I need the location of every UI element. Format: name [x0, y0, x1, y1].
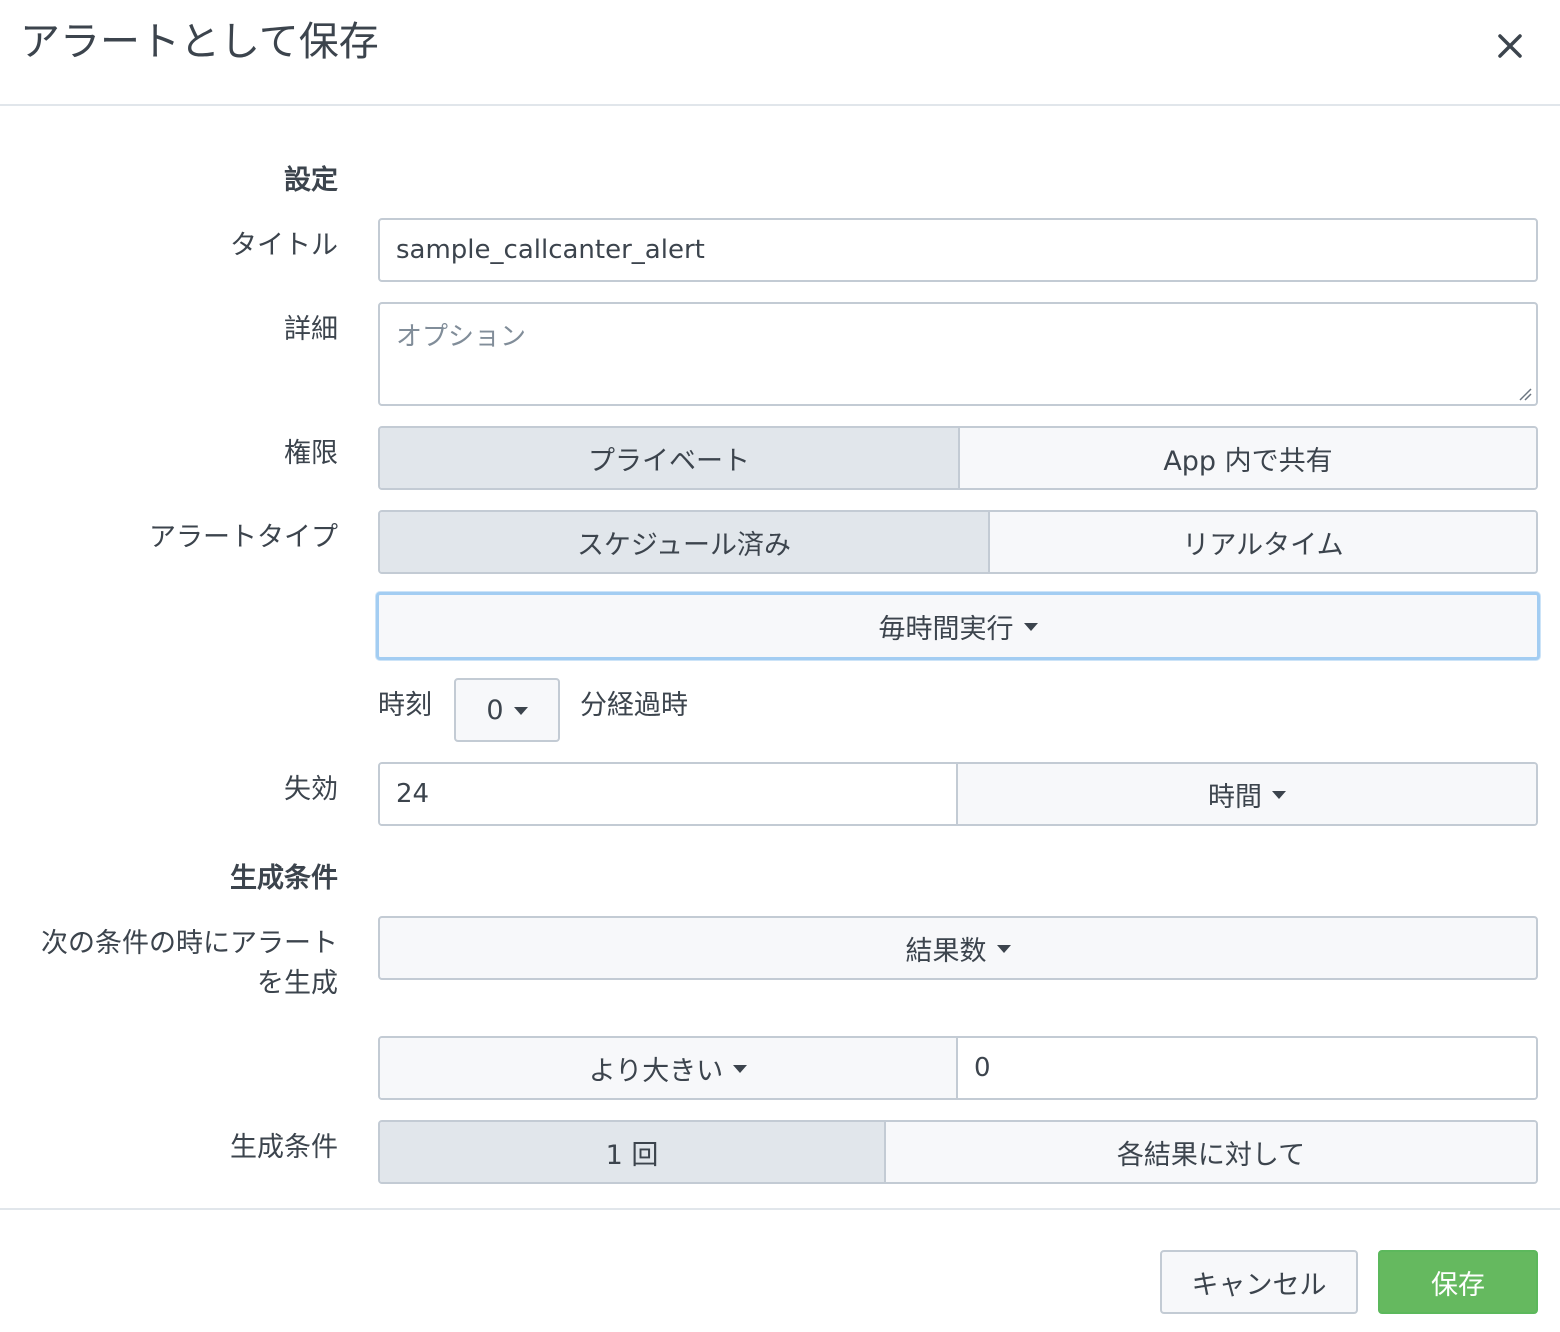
threshold-input[interactable]: [958, 1038, 1536, 1098]
condition-label-line2: を生成: [257, 968, 338, 999]
save-as-alert-dialog: アラートとして保存 設定 タイトル 詳細 権限 プライベート App 内で共有 …: [0, 0, 1560, 1332]
expires-input[interactable]: [380, 764, 958, 824]
dialog-header: アラートとして保存: [0, 0, 1560, 106]
permission-shared-in-app-option[interactable]: App 内で共有: [958, 428, 1536, 488]
minute-dropdown[interactable]: 0: [454, 678, 560, 742]
expires-unit-dropdown[interactable]: 時間: [958, 764, 1536, 824]
time-label: 時刻: [378, 690, 432, 721]
condition-dropdown[interactable]: 結果数: [378, 916, 1538, 980]
trigger-label: 生成条件: [230, 1132, 338, 1163]
permissions-toggle: プライベート App 内で共有: [378, 426, 1538, 490]
expires-control: 時間: [378, 762, 1538, 826]
chevron-down-icon: [513, 707, 528, 715]
schedule-dropdown[interactable]: 毎時間実行: [376, 592, 1540, 660]
alert-type-label: アラートタイプ: [149, 522, 338, 553]
dialog-title: アラートとして保存: [20, 19, 379, 65]
comparator-control: より大きい: [378, 1036, 1538, 1100]
resize-grip-icon[interactable]: [1518, 386, 1532, 405]
condition-label-line1: 次の条件の時にアラート: [41, 928, 338, 959]
trigger-toggle: 1 回 各結果に対して: [378, 1120, 1538, 1184]
chevron-down-icon: [1023, 623, 1038, 631]
permission-private-option[interactable]: プライベート: [380, 428, 958, 488]
expires-label: 失効: [284, 774, 338, 805]
chevron-down-icon: [1272, 791, 1286, 799]
condition-dropdown-label: 結果数: [905, 935, 987, 967]
description-label: 詳細: [284, 314, 338, 345]
minute-dropdown-label: 0: [486, 694, 504, 726]
trigger-once-option[interactable]: 1 回: [380, 1122, 884, 1182]
description-textarea[interactable]: [378, 302, 1538, 406]
comparator-dropdown-label: より大きい: [588, 1055, 724, 1087]
schedule-dropdown-label: 毎時間実行: [878, 613, 1014, 645]
comparator-dropdown[interactable]: より大きい: [380, 1038, 958, 1098]
save-button[interactable]: 保存: [1378, 1250, 1538, 1314]
settings-heading: 設定: [284, 165, 338, 196]
alert-type-realtime-option[interactable]: リアルタイム: [988, 512, 1536, 572]
alert-type-toggle: スケジュール済み リアルタイム: [378, 510, 1538, 574]
close-icon[interactable]: [1490, 26, 1530, 66]
minute-suffix-label: 分経過時: [580, 690, 688, 721]
alert-type-scheduled-option[interactable]: スケジュール済み: [380, 512, 988, 572]
permissions-label: 権限: [284, 438, 338, 469]
chevron-down-icon: [733, 1065, 748, 1073]
trigger-heading: 生成条件: [230, 863, 338, 894]
trigger-for-each-result-option[interactable]: 各結果に対して: [884, 1122, 1536, 1182]
chevron-down-icon: [996, 945, 1011, 953]
expires-unit-label: 時間: [1208, 781, 1262, 813]
title-label: タイトル: [230, 230, 338, 261]
cancel-button[interactable]: キャンセル: [1160, 1250, 1358, 1314]
title-input[interactable]: [378, 218, 1538, 282]
